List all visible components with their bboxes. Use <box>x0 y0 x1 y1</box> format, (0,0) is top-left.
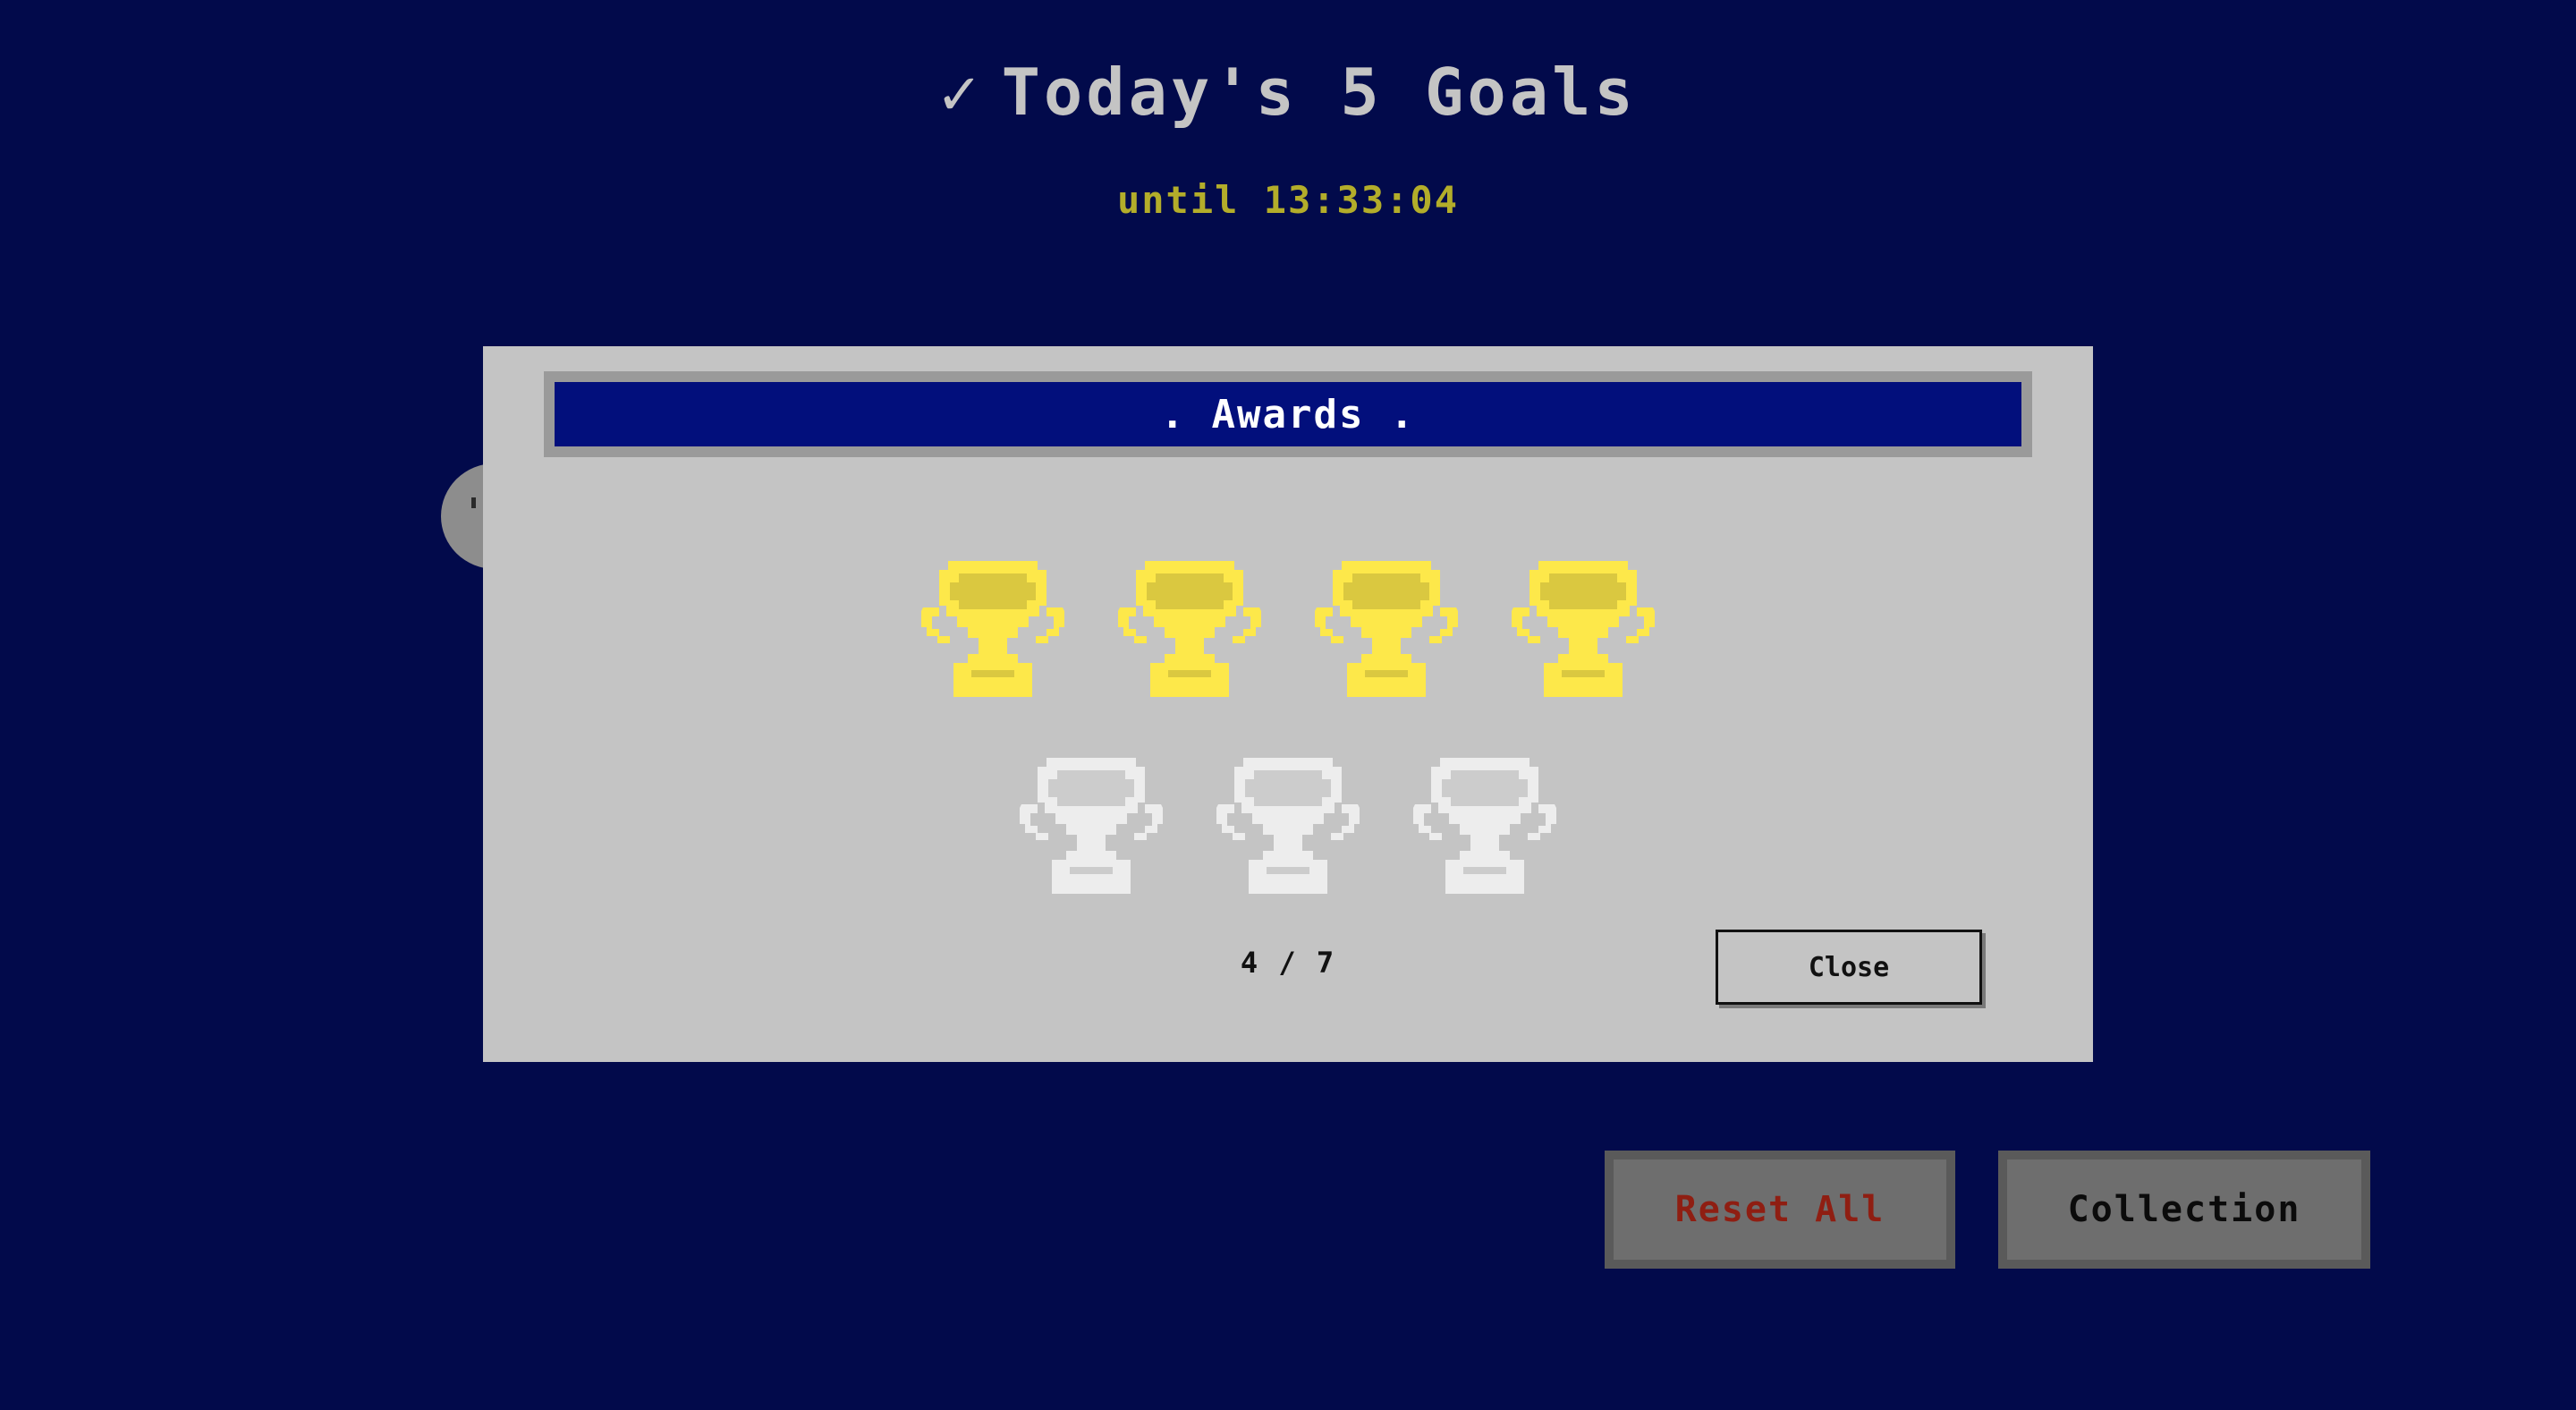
trophy-icon <box>1510 554 1657 697</box>
close-button[interactable]: Close <box>1716 930 1982 1005</box>
awards-dialog-title: . Awards . <box>555 382 2021 446</box>
reset-all-button[interactable]: Reset All <box>1605 1151 1955 1269</box>
trophy-row-locked <box>483 751 2093 894</box>
awards-dialog: . Awards . 4 / 7 Close <box>483 346 2093 1062</box>
trophy-icon <box>1215 751 1361 894</box>
trophy-icon <box>1313 554 1460 697</box>
trophy-icon <box>919 554 1066 697</box>
trophy-icon <box>1116 554 1263 697</box>
checkmark-icon: ✓ <box>939 55 982 130</box>
page-title: ✓ Today's 5 Goals <box>0 52 2576 132</box>
trophy-icon <box>1411 751 1558 894</box>
character-eye <box>471 497 476 508</box>
countdown-timer: until 13:33:04 <box>1116 178 1459 222</box>
page-title-text: Today's 5 Goals <box>1001 55 1637 130</box>
collection-button[interactable]: Collection <box>1998 1151 2370 1269</box>
trophy-icon <box>1018 751 1165 894</box>
trophy-row-earned <box>483 554 2093 697</box>
awards-dialog-titlebar: . Awards . <box>544 371 2032 457</box>
